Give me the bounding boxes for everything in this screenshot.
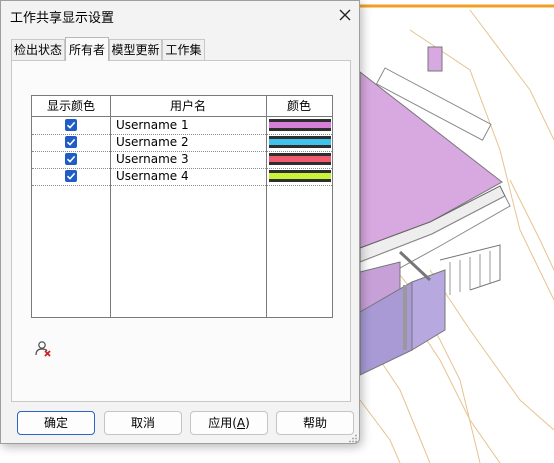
show-color-checkbox[interactable]	[65, 153, 77, 165]
table-header: 显示颜色 用户名 颜色	[32, 96, 332, 117]
show-color-checkbox[interactable]	[65, 119, 77, 131]
color-swatch[interactable]	[269, 153, 331, 165]
table-row[interactable]: Username 3	[32, 151, 332, 169]
tab-worksets[interactable]: 工作集	[162, 39, 205, 60]
color-swatch[interactable]	[269, 119, 331, 131]
apply-button[interactable]: 应用(A)	[190, 411, 268, 435]
tab-model-updates[interactable]: 模型更新	[109, 39, 162, 60]
color-swatch[interactable]	[269, 136, 331, 148]
username-cell: Username 4	[116, 169, 189, 183]
show-color-checkbox[interactable]	[65, 136, 77, 148]
tab-owners[interactable]: 所有者	[65, 37, 109, 61]
dialog-title: 工作共享显示设置	[10, 11, 115, 26]
username-cell: Username 3	[116, 152, 189, 166]
table-row[interactable]: Username 2	[32, 134, 332, 152]
close-icon	[339, 9, 351, 21]
column-header-color[interactable]: 颜色	[266, 96, 332, 116]
username-cell: Username 1	[116, 118, 189, 132]
checkmark-icon	[66, 155, 76, 163]
ok-button[interactable]: 确定	[17, 411, 95, 435]
checkmark-icon	[66, 138, 76, 146]
color-swatch[interactable]	[269, 170, 331, 182]
remove-user-icon	[35, 341, 51, 357]
column-header-username[interactable]: 用户名	[110, 96, 266, 116]
owners-tab-panel: 显示颜色 用户名 颜色 Username 1 Username 2 Username…	[11, 60, 351, 402]
close-button[interactable]	[332, 3, 358, 27]
checkmark-icon	[66, 172, 76, 180]
table-row[interactable]: Username 1	[32, 117, 332, 135]
checkmark-icon	[66, 121, 76, 129]
resize-grip-icon[interactable]	[349, 434, 358, 443]
worksharing-display-settings-dialog: 工作共享显示设置 检出状态 所有者 模型更新 工作集 显示颜色 用户名 颜色 U…	[0, 0, 360, 444]
owners-table: 显示颜色 用户名 颜色 Username 1 Username 2 Username…	[31, 95, 333, 318]
table-row[interactable]: Username 4	[32, 168, 332, 186]
column-header-show-color[interactable]: 显示颜色	[32, 96, 110, 116]
cancel-button[interactable]: 取消	[104, 411, 182, 435]
show-color-checkbox[interactable]	[65, 170, 77, 182]
username-cell: Username 2	[116, 135, 189, 149]
help-button[interactable]: 帮助	[276, 411, 354, 435]
remove-user-button[interactable]	[34, 340, 52, 358]
title-bar[interactable]: 工作共享显示设置	[1, 1, 359, 29]
tab-checkout-status[interactable]: 检出状态	[11, 39, 65, 60]
